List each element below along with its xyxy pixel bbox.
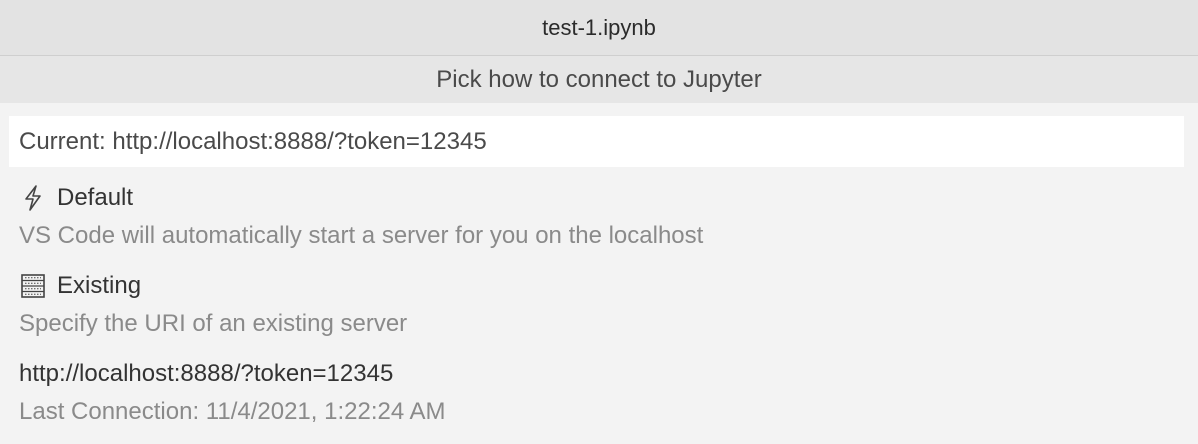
quick-pick-title-text: Pick how to connect to Jupyter — [436, 65, 762, 93]
item-detail-recent-server: Last Connection: 11/4/2021, 1:22:24 AM — [19, 398, 446, 425]
quick-pick-item-existing[interactable]: Existing Specify the URI of an existing … — [0, 267, 1198, 343]
quick-pick-list: Current: http://localhost:8888/?token=12… — [0, 103, 1198, 431]
item-detail-existing: Specify the URI of an existing server — [19, 310, 408, 337]
item-label-recent-server: http://localhost:8888/?token=12345 — [19, 360, 394, 387]
item-detail-default: VS Code will automatically start a serve… — [19, 222, 704, 249]
window-titlebar: test-1.ipynb — [0, 0, 1198, 56]
current-server-input[interactable]: Current: http://localhost:8888/?token=12… — [9, 116, 1184, 167]
item-label-default: Default — [57, 184, 134, 211]
lightning-bolt-icon — [19, 184, 47, 212]
item-label-existing: Existing — [57, 272, 142, 299]
quick-pick-item-default[interactable]: Default VS Code will automatically start… — [0, 179, 1198, 255]
quick-pick-item-recent-server[interactable]: http://localhost:8888/?token=12345 Last … — [0, 355, 1198, 431]
server-icon — [19, 272, 47, 300]
current-server-text: Current: http://localhost:8888/?token=12… — [19, 127, 487, 155]
quick-pick-title: Pick how to connect to Jupyter — [0, 56, 1198, 103]
window-title: test-1.ipynb — [542, 14, 656, 40]
